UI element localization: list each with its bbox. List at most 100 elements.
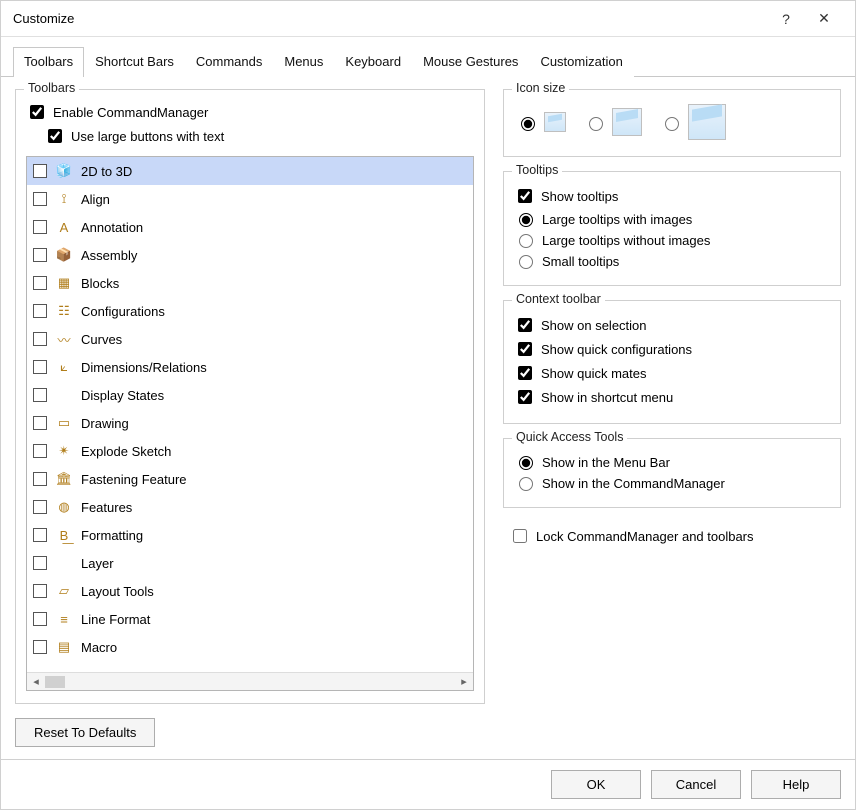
- show-in-menu-bar-row[interactable]: Show in the Menu Bar: [514, 453, 830, 470]
- toolbar-item-configurations[interactable]: ☷Configurations: [27, 297, 473, 325]
- tab-mouse-gestures[interactable]: Mouse Gestures: [412, 47, 529, 77]
- toolbar-item-checkbox[interactable]: [33, 304, 47, 318]
- toolbar-item-checkbox[interactable]: [33, 500, 47, 514]
- use-large-buttons-row[interactable]: Use large buttons with text: [44, 126, 474, 146]
- toolbar-item-checkbox[interactable]: [33, 416, 47, 430]
- scroll-thumb[interactable]: [45, 676, 65, 688]
- show-on-selection-checkbox[interactable]: [518, 318, 532, 332]
- show-quick-mates-checkbox[interactable]: [518, 366, 532, 380]
- toolbar-item-checkbox[interactable]: [33, 528, 47, 542]
- toolbar-item-checkbox[interactable]: [33, 612, 47, 626]
- small-tooltips-radio[interactable]: [519, 255, 533, 269]
- lock-commandmanager-row[interactable]: Lock CommandManager and toolbars: [509, 526, 841, 546]
- toolbar-item-fastening-feature[interactable]: 🏛Fastening Feature: [27, 465, 473, 493]
- toolbar-item-icon: 📦: [55, 246, 73, 264]
- toolbar-item-align[interactable]: ⟟Align: [27, 185, 473, 213]
- cube-medium-icon: [612, 108, 642, 136]
- horizontal-scrollbar[interactable]: ◂ ▸: [27, 672, 473, 690]
- show-quick-configurations-checkbox[interactable]: [518, 342, 532, 356]
- toolbar-item-checkbox[interactable]: [33, 640, 47, 654]
- toolbar-item-checkbox[interactable]: [33, 248, 47, 262]
- cancel-button[interactable]: Cancel: [651, 770, 741, 799]
- show-in-menu-bar-radio[interactable]: [519, 456, 533, 470]
- show-quick-configurations-row[interactable]: Show quick configurations: [514, 339, 830, 359]
- lock-commandmanager-checkbox[interactable]: [513, 529, 527, 543]
- tab-shortcut-bars[interactable]: Shortcut Bars: [84, 47, 185, 77]
- show-in-shortcut-menu-row[interactable]: Show in shortcut menu: [514, 387, 830, 407]
- tab-customization[interactable]: Customization: [529, 47, 633, 77]
- toolbar-item-checkbox[interactable]: [33, 360, 47, 374]
- dialog-footer: OK Cancel Help: [1, 759, 855, 809]
- toolbar-item-drawing[interactable]: ▭Drawing: [27, 409, 473, 437]
- icon-size-medium-option[interactable]: [584, 108, 642, 136]
- toolbar-item-explode-sketch[interactable]: ✴Explode Sketch: [27, 437, 473, 465]
- icon-size-large-radio[interactable]: [665, 117, 679, 131]
- show-on-selection-row[interactable]: Show on selection: [514, 315, 830, 335]
- show-in-commandmanager-radio[interactable]: [519, 477, 533, 491]
- tab-toolbars[interactable]: Toolbars: [13, 47, 84, 77]
- tab-keyboard[interactable]: Keyboard: [334, 47, 412, 77]
- toolbar-item-label: Drawing: [81, 416, 467, 431]
- icon-size-small-option[interactable]: [516, 112, 566, 132]
- toolbar-item-curves[interactable]: 〰Curves: [27, 325, 473, 353]
- reset-to-defaults-button[interactable]: Reset To Defaults: [15, 718, 155, 747]
- tab-menus[interactable]: Menus: [273, 47, 334, 77]
- toolbar-item-macro[interactable]: ▤Macro: [27, 633, 473, 661]
- toolbar-item-icon: ⟟: [55, 190, 73, 208]
- large-tooltips-noimages-radio[interactable]: [519, 234, 533, 248]
- toolbar-item-features[interactable]: ◍Features: [27, 493, 473, 521]
- help-icon[interactable]: ?: [767, 11, 805, 27]
- toolbar-item-checkbox[interactable]: [33, 388, 47, 402]
- toolbar-item-display-states[interactable]: Display States: [27, 381, 473, 409]
- scroll-left-icon[interactable]: ◂: [29, 675, 43, 688]
- enable-commandmanager-label: Enable CommandManager: [53, 104, 208, 120]
- toolbar-item-label: Assembly: [81, 248, 467, 263]
- scroll-right-icon[interactable]: ▸: [457, 675, 471, 688]
- show-tooltips-checkbox[interactable]: [518, 189, 532, 203]
- show-quick-mates-row[interactable]: Show quick mates: [514, 363, 830, 383]
- show-in-shortcut-menu-checkbox[interactable]: [518, 390, 532, 404]
- cube-large-icon: [688, 104, 726, 140]
- help-button[interactable]: Help: [751, 770, 841, 799]
- toolbar-item-annotation[interactable]: AAnnotation: [27, 213, 473, 241]
- icon-size-legend: Icon size: [512, 81, 569, 95]
- toolbar-item-checkbox[interactable]: [33, 444, 47, 458]
- toolbar-item-layout-tools[interactable]: ▱Layout Tools: [27, 577, 473, 605]
- toolbar-item-checkbox[interactable]: [33, 332, 47, 346]
- toolbar-item-2d-to-3d[interactable]: 🧊2D to 3D: [27, 157, 473, 185]
- enable-commandmanager-row[interactable]: Enable CommandManager: [26, 102, 474, 122]
- toolbar-item-dimensions-relations[interactable]: ⟀Dimensions/Relations: [27, 353, 473, 381]
- show-tooltips-row[interactable]: Show tooltips: [514, 186, 830, 206]
- toolbar-item-checkbox[interactable]: [33, 556, 47, 570]
- toolbar-item-layer[interactable]: Layer: [27, 549, 473, 577]
- large-tooltips-noimages-row[interactable]: Large tooltips without images: [514, 231, 830, 248]
- tooltips-group: Tooltips Show tooltips Large tooltips wi…: [503, 171, 841, 286]
- toolbar-item-checkbox[interactable]: [33, 584, 47, 598]
- toolbar-item-label: Blocks: [81, 276, 467, 291]
- toolbar-list-scroll[interactable]: 🧊2D to 3D⟟AlignAAnnotation 📦 Assembly ▦Bloc…: [27, 157, 473, 672]
- tab-commands[interactable]: Commands: [185, 47, 273, 77]
- toolbar-item-icon: A: [55, 218, 73, 236]
- show-on-selection-label: Show on selection: [541, 317, 647, 333]
- small-tooltips-row[interactable]: Small tooltips: [514, 252, 830, 269]
- use-large-buttons-checkbox[interactable]: [48, 129, 62, 143]
- context-toolbar-group: Context toolbar Show on selection Show q…: [503, 300, 841, 424]
- large-tooltips-images-row[interactable]: Large tooltips with images: [514, 210, 830, 227]
- icon-size-medium-radio[interactable]: [589, 117, 603, 131]
- close-icon[interactable]: ✕: [805, 10, 843, 27]
- icon-size-large-option[interactable]: [660, 104, 726, 140]
- icon-size-small-radio[interactable]: [521, 117, 535, 131]
- show-in-commandmanager-row[interactable]: Show in the CommandManager: [514, 474, 830, 491]
- toolbar-item-blocks[interactable]: ▦Blocks: [27, 269, 473, 297]
- toolbar-item-checkbox[interactable]: [33, 276, 47, 290]
- toolbar-item-assembly[interactable]: 📦 Assembly: [27, 241, 473, 269]
- toolbar-item-checkbox[interactable]: [33, 164, 47, 178]
- toolbar-item-line-format[interactable]: ≡Line Format: [27, 605, 473, 633]
- toolbar-item-formatting[interactable]: B͟Formatting: [27, 521, 473, 549]
- toolbar-item-checkbox[interactable]: [33, 192, 47, 206]
- ok-button[interactable]: OK: [551, 770, 641, 799]
- large-tooltips-images-radio[interactable]: [519, 213, 533, 227]
- enable-commandmanager-checkbox[interactable]: [30, 105, 44, 119]
- toolbar-item-checkbox[interactable]: [33, 220, 47, 234]
- toolbar-item-checkbox[interactable]: [33, 472, 47, 486]
